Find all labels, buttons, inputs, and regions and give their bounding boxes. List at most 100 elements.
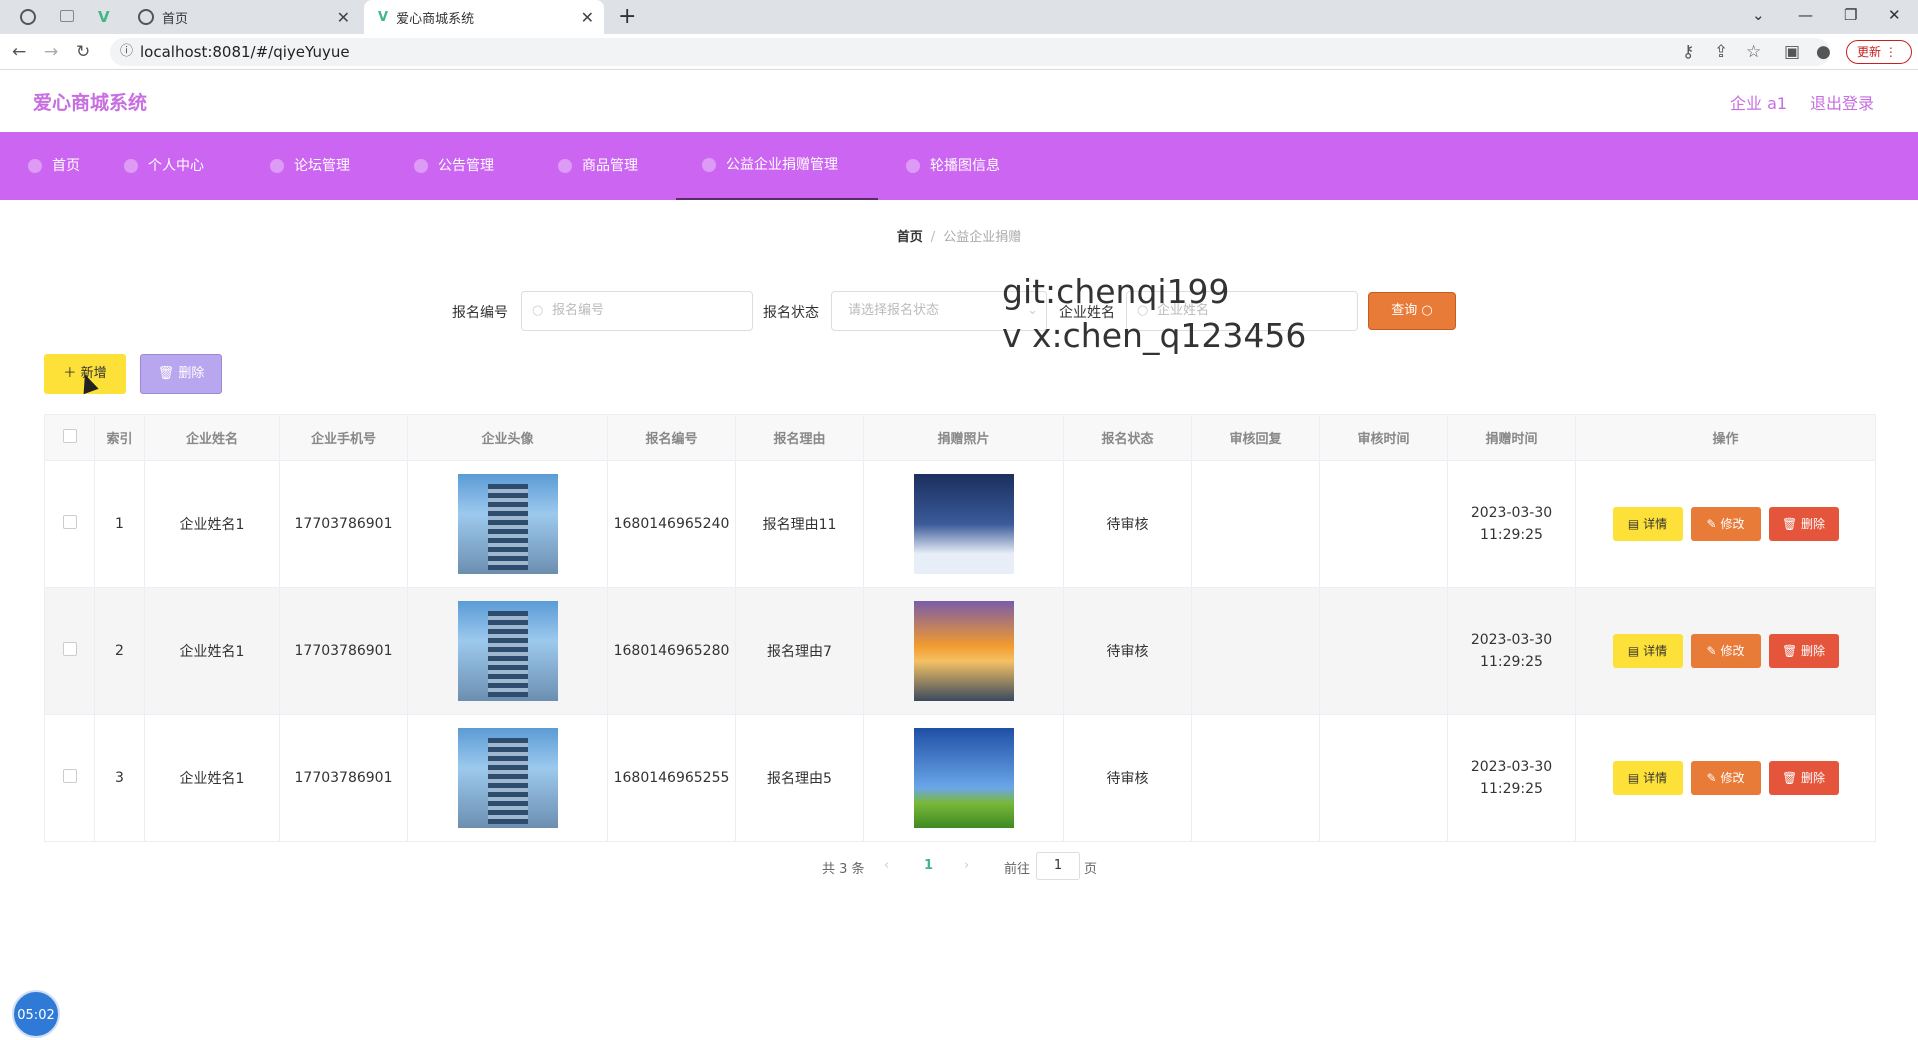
row-checkbox[interactable] bbox=[62, 769, 77, 783]
update-button[interactable]: 更新 ⋮ bbox=[1846, 40, 1912, 64]
restore-icon[interactable]: ❐ bbox=[1844, 6, 1857, 24]
menu-item-home[interactable]: 首页 bbox=[24, 132, 84, 200]
home-icon bbox=[28, 159, 42, 173]
menu-item-carousel[interactable]: 轮播图信息 bbox=[902, 132, 1004, 200]
profile-icon[interactable]: ● bbox=[1816, 42, 1831, 62]
menu-item-goods[interactable]: 商品管理 bbox=[554, 132, 642, 200]
url-input[interactable]: ⓘ localhost:8081/#/qiyeYuyue bbox=[110, 38, 1830, 66]
back-icon[interactable]: ← bbox=[12, 42, 26, 62]
donation-photo[interactable] bbox=[913, 474, 1014, 574]
pager-goto-label: 前往 bbox=[1004, 862, 1031, 877]
col-name: 企业姓名 bbox=[144, 414, 280, 461]
search-icon: ○ bbox=[532, 303, 544, 318]
globe-icon bbox=[138, 9, 154, 25]
detail-button[interactable]: ▤ 详情 bbox=[1612, 761, 1683, 795]
edit-button[interactable]: ✎ 修改 bbox=[1690, 507, 1761, 541]
close-window-icon[interactable]: ✕ bbox=[1888, 6, 1901, 24]
select-all-checkbox[interactable] bbox=[62, 428, 77, 443]
cell-name: 企业姓名1 bbox=[144, 714, 280, 842]
tab-label: 首页 bbox=[162, 11, 189, 27]
info-icon[interactable]: ⓘ bbox=[120, 38, 133, 66]
delete-button[interactable]: 🗑 删除 bbox=[1768, 507, 1839, 541]
new-tab-button[interactable]: + bbox=[618, 4, 636, 29]
cell-status: 待审核 bbox=[1063, 587, 1192, 715]
avatar-image[interactable] bbox=[457, 474, 558, 574]
batch-delete-button[interactable]: 🗑 删除 bbox=[140, 354, 222, 394]
key-icon[interactable]: ⚷ bbox=[1682, 42, 1694, 62]
data-table: 索引 企业姓名 企业手机号 企业头像 报名编号 报名理由 捐赠照片 报名状态 审… bbox=[44, 414, 1876, 842]
cell-reply bbox=[1191, 714, 1320, 842]
col-audit-time: 审核时间 bbox=[1319, 414, 1448, 461]
cell-status: 待审核 bbox=[1063, 714, 1192, 842]
breadcrumb-home[interactable]: 首页 bbox=[897, 230, 923, 245]
tab-search-icon[interactable]: ⌄ bbox=[1752, 6, 1765, 24]
cell-phone: 17703786901 bbox=[279, 587, 408, 715]
site-logo[interactable]: 爱心商城系统 bbox=[33, 88, 147, 115]
search-icon: ○ bbox=[1421, 303, 1433, 318]
cell-audit-time bbox=[1319, 587, 1448, 715]
tab-label: 爱心商城系统 bbox=[396, 11, 475, 27]
sidepanel-icon[interactable]: ▣ bbox=[1784, 42, 1800, 62]
detail-button[interactable]: ▤ 详情 bbox=[1612, 507, 1683, 541]
row-checkbox[interactable] bbox=[62, 515, 77, 529]
site-header: 爱心商城系统 企业 a1 退出登录 bbox=[0, 70, 1918, 132]
doc-icon: ▤ bbox=[1627, 771, 1640, 785]
star-icon bbox=[906, 159, 920, 173]
donation-photo[interactable] bbox=[913, 601, 1014, 701]
tab-home[interactable]: 首页 ✕ bbox=[134, 0, 360, 34]
col-status: 报名状态 bbox=[1063, 414, 1192, 461]
share-icon[interactable]: ⇪ bbox=[1714, 42, 1728, 62]
col-photo: 捐赠照片 bbox=[863, 414, 1064, 461]
vue-icon[interactable]: V bbox=[98, 8, 110, 26]
watermark-line1: git:chenqi199 bbox=[1002, 272, 1230, 311]
forum-icon bbox=[270, 159, 284, 173]
forward-icon[interactable]: → bbox=[44, 42, 58, 62]
query-button[interactable]: 查询 ○ bbox=[1368, 292, 1456, 330]
trash-icon: 🗑 bbox=[1781, 644, 1798, 658]
pencil-icon: ✎ bbox=[1706, 644, 1717, 658]
tab-active[interactable]: V 爱心商城系统 ✕ bbox=[364, 0, 604, 34]
watermark-line2: v x:chen_q123456 bbox=[1002, 316, 1307, 355]
close-icon[interactable]: ✕ bbox=[337, 8, 350, 27]
edit-button[interactable]: ✎ 修改 bbox=[1690, 634, 1761, 668]
menu-item-forum[interactable]: 论坛管理 bbox=[266, 132, 354, 200]
blank-tab-icon[interactable] bbox=[60, 10, 74, 22]
address-bar: ← → ↻ ⓘ localhost:8081/#/qiyeYuyue ⚷ ⇪ ☆… bbox=[0, 34, 1918, 70]
col-index: 索引 bbox=[94, 414, 145, 461]
close-icon[interactable]: ✕ bbox=[581, 8, 594, 27]
avatar-image[interactable] bbox=[457, 728, 558, 828]
select-all-header[interactable] bbox=[44, 414, 95, 461]
avatar-image[interactable] bbox=[457, 601, 558, 701]
menu-item-profile[interactable]: 个人中心 bbox=[120, 132, 208, 200]
pager-current-page[interactable]: 1 bbox=[924, 858, 933, 873]
globe-icon[interactable] bbox=[20, 9, 36, 25]
menu-item-donation[interactable]: 公益企业捐赠管理 bbox=[676, 132, 878, 200]
minimize-icon[interactable]: — bbox=[1798, 6, 1813, 24]
table-header-row: 索引 企业姓名 企业手机号 企业头像 报名编号 报名理由 捐赠照片 报名状态 审… bbox=[44, 414, 1876, 461]
reload-icon[interactable]: ↻ bbox=[76, 42, 90, 62]
cell-reason: 报名理由11 bbox=[735, 460, 864, 588]
breadcrumb-separator: / bbox=[930, 230, 936, 245]
edit-button[interactable]: ✎ 修改 bbox=[1690, 761, 1761, 795]
next-page-icon[interactable]: › bbox=[964, 858, 969, 873]
star-icon[interactable]: ☆ bbox=[1746, 42, 1761, 62]
page-jump-input[interactable]: 1 bbox=[1036, 852, 1080, 880]
cell-number: 1680146965280 bbox=[607, 587, 736, 715]
row-checkbox[interactable] bbox=[62, 642, 77, 656]
cell-phone: 17703786901 bbox=[279, 460, 408, 588]
table-row: 3 企业姓名1 17703786901 1680146965255 报名理由5 … bbox=[44, 714, 1876, 842]
cell-name: 企业姓名1 bbox=[144, 460, 280, 588]
search-number-input[interactable]: ○ 报名编号 bbox=[521, 291, 753, 331]
breadcrumb: 首页 / 公益企业捐赠 bbox=[0, 226, 1918, 245]
menu-item-notice[interactable]: 公告管理 bbox=[410, 132, 498, 200]
search-label-status: 报名状态 bbox=[763, 305, 819, 321]
cell-reason: 报名理由5 bbox=[735, 714, 864, 842]
cell-donate-time: 2023-03-30 11:29:25 bbox=[1447, 460, 1576, 588]
logout-link[interactable]: 退出登录 bbox=[1810, 90, 1874, 114]
donation-photo[interactable] bbox=[913, 728, 1014, 828]
cell-phone: 17703786901 bbox=[279, 714, 408, 842]
detail-button[interactable]: ▤ 详情 bbox=[1612, 634, 1683, 668]
delete-button[interactable]: 🗑 删除 bbox=[1768, 761, 1839, 795]
delete-button[interactable]: 🗑 删除 bbox=[1768, 634, 1839, 668]
prev-page-icon[interactable]: ‹ bbox=[884, 858, 889, 873]
